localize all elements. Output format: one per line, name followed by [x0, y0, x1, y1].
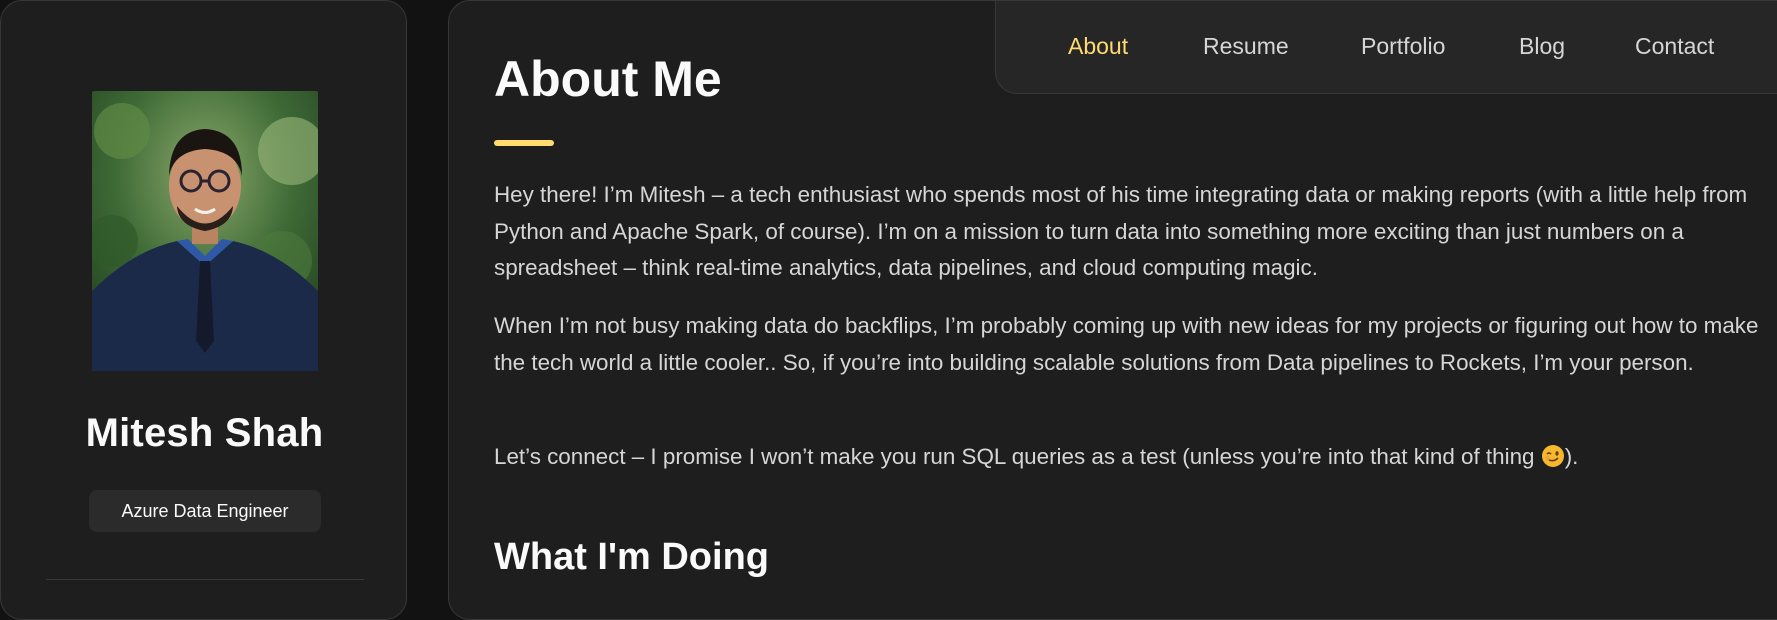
nav-link-portfolio[interactable]: Portfolio	[1361, 33, 1445, 60]
nav-link-about[interactable]: About	[1068, 33, 1128, 60]
about-paragraph-3: Let’s connect – I promise I won’t make y…	[494, 439, 1764, 476]
page-title: About Me	[494, 51, 722, 107]
title-underline	[494, 140, 554, 146]
section-title-what-im-doing: What I'm Doing	[494, 536, 769, 578]
about-paragraph-3-text: Let’s connect – I promise I won’t make y…	[494, 444, 1541, 469]
navbar: About Resume Portfolio Blog Contact	[995, 0, 1777, 94]
winking-face-icon	[1541, 443, 1565, 467]
about-paragraph-2: When I’m not busy making data do backfli…	[494, 313, 1759, 375]
about-paragraph-3-end: ).	[1564, 444, 1579, 469]
avatar	[92, 91, 318, 371]
nav-link-resume[interactable]: Resume	[1203, 33, 1289, 60]
about-paragraph-1: Hey there! I’m Mitesh – a tech enthusias…	[494, 182, 1748, 280]
nav-link-contact[interactable]: Contact	[1635, 33, 1714, 60]
job-title-badge: Azure Data Engineer	[89, 490, 321, 532]
profile-name: Mitesh Shah	[85, 411, 324, 455]
nav-link-blog[interactable]: Blog	[1519, 33, 1565, 60]
sidebar: Mitesh Shah Azure Data Engineer	[0, 0, 407, 620]
sidebar-separator	[46, 579, 364, 580]
